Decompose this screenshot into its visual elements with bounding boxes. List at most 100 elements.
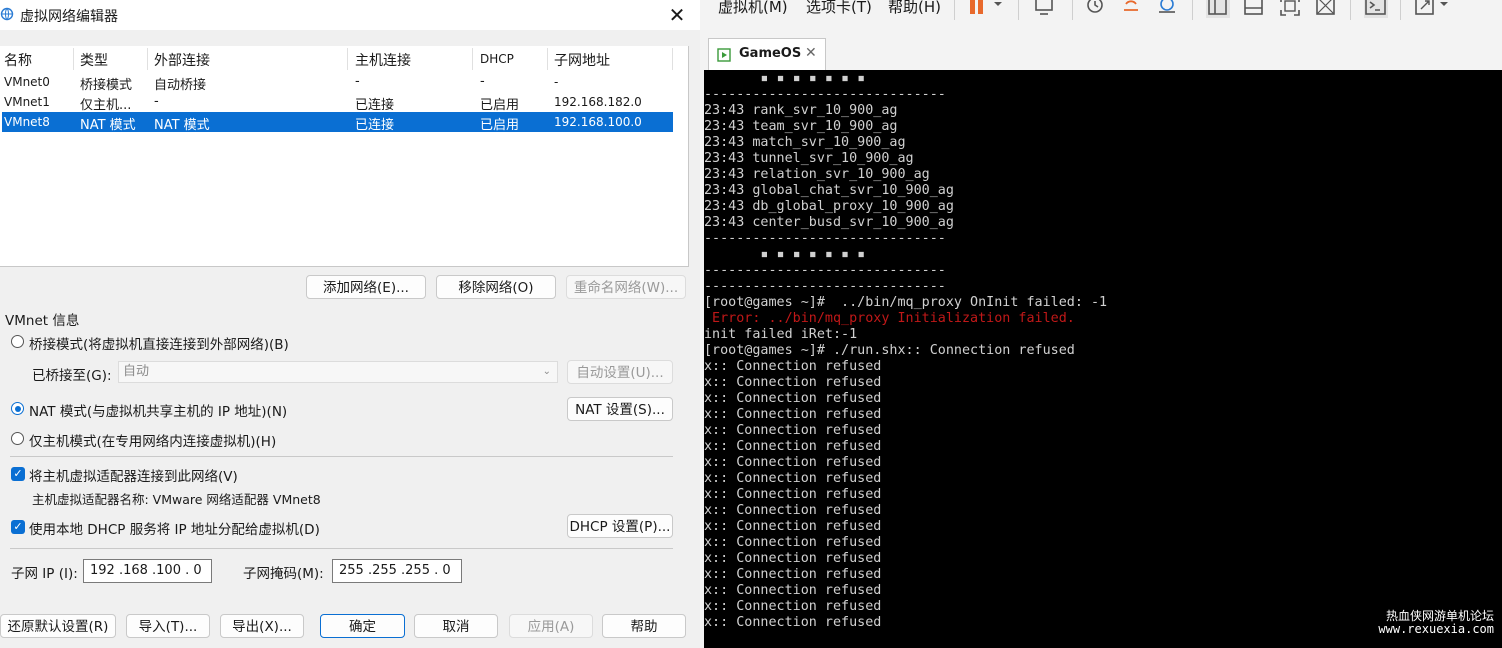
toolbar-separator bbox=[1072, 0, 1073, 20]
connect-adapter-checkbox[interactable]: ✓ bbox=[11, 467, 25, 481]
vm-console[interactable]: ▪ ▪ ▪ ▪ ▪ ▪ ▪ ---------------------------… bbox=[704, 70, 1502, 648]
add-network-button[interactable]: 添加网络(E)... bbox=[306, 275, 426, 299]
terminal-line: ------------------------------ bbox=[704, 87, 946, 102]
stretch-icon[interactable] bbox=[1414, 0, 1450, 18]
menu-help[interactable]: 帮助(H) bbox=[888, 0, 941, 17]
cell-host: 已连接 bbox=[355, 98, 395, 113]
cell-host: - bbox=[355, 74, 360, 89]
terminal-line: ▪ ▪ ▪ ▪ ▪ ▪ ▪ bbox=[704, 247, 866, 262]
snapshot-icon[interactable] bbox=[1084, 0, 1106, 18]
send-keys-icon[interactable] bbox=[1034, 0, 1056, 18]
cell-external: NAT 模式 bbox=[154, 118, 210, 133]
dhcp-checkbox[interactable]: ✓ bbox=[11, 520, 25, 534]
terminal-line: 23:43 match_svr_10_900_ag bbox=[704, 135, 906, 150]
column-header-subnet[interactable]: 子网地址 bbox=[554, 50, 610, 70]
terminal-line: ▪ ▪ ▪ ▪ ▪ ▪ ▪ bbox=[704, 71, 866, 86]
help-button[interactable]: 帮助 bbox=[602, 614, 686, 638]
dhcp-label[interactable]: 使用本地 DHCP 服务将 IP 地址分配给虚拟机(D) bbox=[29, 518, 320, 538]
terminal-line: x:: Connection refused bbox=[704, 359, 882, 374]
sidebar-view-icon[interactable] bbox=[1206, 0, 1230, 18]
close-icon[interactable]: ✕ bbox=[664, 2, 690, 28]
cell-dhcp: - bbox=[480, 74, 485, 89]
restore-defaults-button[interactable]: 还原默认设置(R) bbox=[0, 614, 116, 638]
terminal-line: x:: Connection refused bbox=[704, 551, 882, 566]
cell-name: VMnet0 bbox=[4, 75, 50, 89]
subnet-mask-input[interactable]: 255 .255 .255 . 0 bbox=[332, 559, 462, 583]
auto-settings-button[interactable]: 自动设置(U)... bbox=[567, 360, 673, 384]
chevron-down-icon: ⌄ bbox=[542, 366, 551, 377]
bridged-to-value: 自动 bbox=[123, 364, 150, 379]
nat-settings-button[interactable]: NAT 设置(S)... bbox=[567, 397, 673, 421]
title-bar: 虚拟网络编辑器 ✕ bbox=[0, 0, 700, 30]
tab-gameos[interactable]: GameOS ✕ bbox=[708, 38, 826, 70]
terminal-error-line: Error: ../bin/mq_proxy Initialization fa… bbox=[704, 311, 1075, 326]
cell-type: 仅主机... bbox=[80, 98, 132, 113]
column-header-external[interactable]: 外部连接 bbox=[154, 50, 210, 70]
apply-button[interactable]: 应用(A) bbox=[509, 614, 593, 638]
dhcp-settings-button[interactable]: DHCP 设置(P)... bbox=[567, 514, 673, 538]
toolbar-separator bbox=[1018, 0, 1019, 20]
menu-tabs[interactable]: 选项卡(T) bbox=[806, 0, 872, 17]
host-only-radio[interactable] bbox=[11, 432, 24, 445]
terminal-line: 23:43 rank_svr_10_900_ag bbox=[704, 103, 898, 118]
bridged-radio[interactable] bbox=[11, 335, 24, 348]
adapter-name-label: 主机虚拟适配器名称: VMware 网络适配器 VMnet8 bbox=[32, 492, 321, 507]
terminal-line: x:: Connection refused bbox=[704, 567, 882, 582]
revert-icon[interactable] bbox=[1120, 0, 1142, 18]
menu-vm[interactable]: 虚拟机(M) bbox=[718, 0, 788, 17]
connect-adapter-label[interactable]: 将主机虚拟适配器连接到此网络(V) bbox=[29, 465, 238, 485]
cell-name: VMnet8 bbox=[4, 115, 50, 129]
subnet-ip-input[interactable]: 192 .168 .100 . 0 bbox=[83, 559, 212, 583]
table-row-selected[interactable]: VMnet8 NAT 模式 NAT 模式 已连接 已启用 192.168.100… bbox=[2, 112, 673, 133]
divider bbox=[10, 548, 673, 549]
cell-host: 已连接 bbox=[355, 118, 395, 133]
subnet-mask-label: 子网掩码(M): bbox=[243, 566, 324, 582]
table-row[interactable]: VMnet1 仅主机... - 已连接 已启用 192.168.182.0 bbox=[2, 92, 673, 113]
column-header-dhcp[interactable]: DHCP bbox=[480, 52, 514, 66]
host-only-label[interactable]: 仅主机模式(在专用网络内连接虚拟机)(H) bbox=[29, 430, 276, 450]
column-header-type[interactable]: 类型 bbox=[80, 50, 108, 70]
pause-icon[interactable] bbox=[968, 0, 1004, 18]
fullscreen-icon[interactable] bbox=[1278, 0, 1302, 18]
column-divider[interactable] bbox=[672, 48, 673, 70]
thumbnail-view-icon[interactable] bbox=[1242, 0, 1266, 18]
cell-dhcp: 已启用 bbox=[480, 118, 520, 133]
window-title: 虚拟网络编辑器 bbox=[20, 9, 118, 25]
watermark: 热血侠网游单机论坛 www.rexuexia.com bbox=[1378, 610, 1494, 636]
cell-external: - bbox=[154, 94, 159, 109]
terminal-line: x:: Connection refused bbox=[704, 599, 882, 614]
cell-type: 桥接模式 bbox=[80, 78, 133, 93]
nat-label[interactable]: NAT 模式(与虚拟机共享主机的 IP 地址)(N) bbox=[29, 400, 287, 420]
terminal-line: 23:43 db_global_proxy_10_900_ag bbox=[704, 199, 954, 214]
nat-radio[interactable] bbox=[11, 402, 24, 415]
tab-label: GameOS bbox=[739, 46, 802, 61]
table-row[interactable]: VMnet0 桥接模式 自动桥接 - - - bbox=[2, 72, 673, 93]
column-divider[interactable] bbox=[147, 48, 148, 70]
ok-button[interactable]: 确定 bbox=[320, 614, 405, 638]
column-divider[interactable] bbox=[73, 48, 74, 70]
unity-icon[interactable] bbox=[1314, 0, 1338, 18]
cell-dhcp: 已启用 bbox=[480, 98, 520, 113]
column-header-name[interactable]: 名称 bbox=[4, 50, 32, 70]
terminal-line: 23:43 global_chat_svr_10_900_ag bbox=[704, 183, 954, 198]
bridged-label[interactable]: 桥接模式(将虚拟机直接连接到外部网络)(B) bbox=[29, 333, 289, 353]
column-divider[interactable] bbox=[547, 48, 548, 70]
bridged-to-label: 已桥接至(G): bbox=[32, 368, 112, 384]
cancel-button[interactable]: 取消 bbox=[414, 614, 498, 638]
export-button[interactable]: 导出(X)... bbox=[220, 614, 304, 638]
rename-network-button[interactable]: 重命名网络(W)... bbox=[566, 275, 686, 299]
column-divider[interactable] bbox=[347, 48, 348, 70]
remove-network-button[interactable]: 移除网络(O) bbox=[436, 275, 556, 299]
terminal-line: x:: Connection refused bbox=[704, 583, 882, 598]
vmnet-info-section-label: VMnet 信息 bbox=[5, 313, 80, 329]
bridged-to-select[interactable]: 自动 ⌄ bbox=[118, 361, 558, 383]
manage-snapshot-icon[interactable] bbox=[1156, 0, 1178, 18]
terminal-line: 23:43 center_busd_svr_10_900_ag bbox=[704, 215, 954, 230]
console-icon[interactable] bbox=[1364, 0, 1388, 18]
watermark-line: www.rexuexia.com bbox=[1378, 622, 1494, 636]
column-header-host[interactable]: 主机连接 bbox=[355, 50, 411, 70]
import-button[interactable]: 导入(T)... bbox=[126, 614, 210, 638]
column-divider[interactable] bbox=[472, 48, 473, 70]
toolbar-separator bbox=[1192, 0, 1193, 20]
close-icon[interactable]: ✕ bbox=[805, 45, 817, 61]
